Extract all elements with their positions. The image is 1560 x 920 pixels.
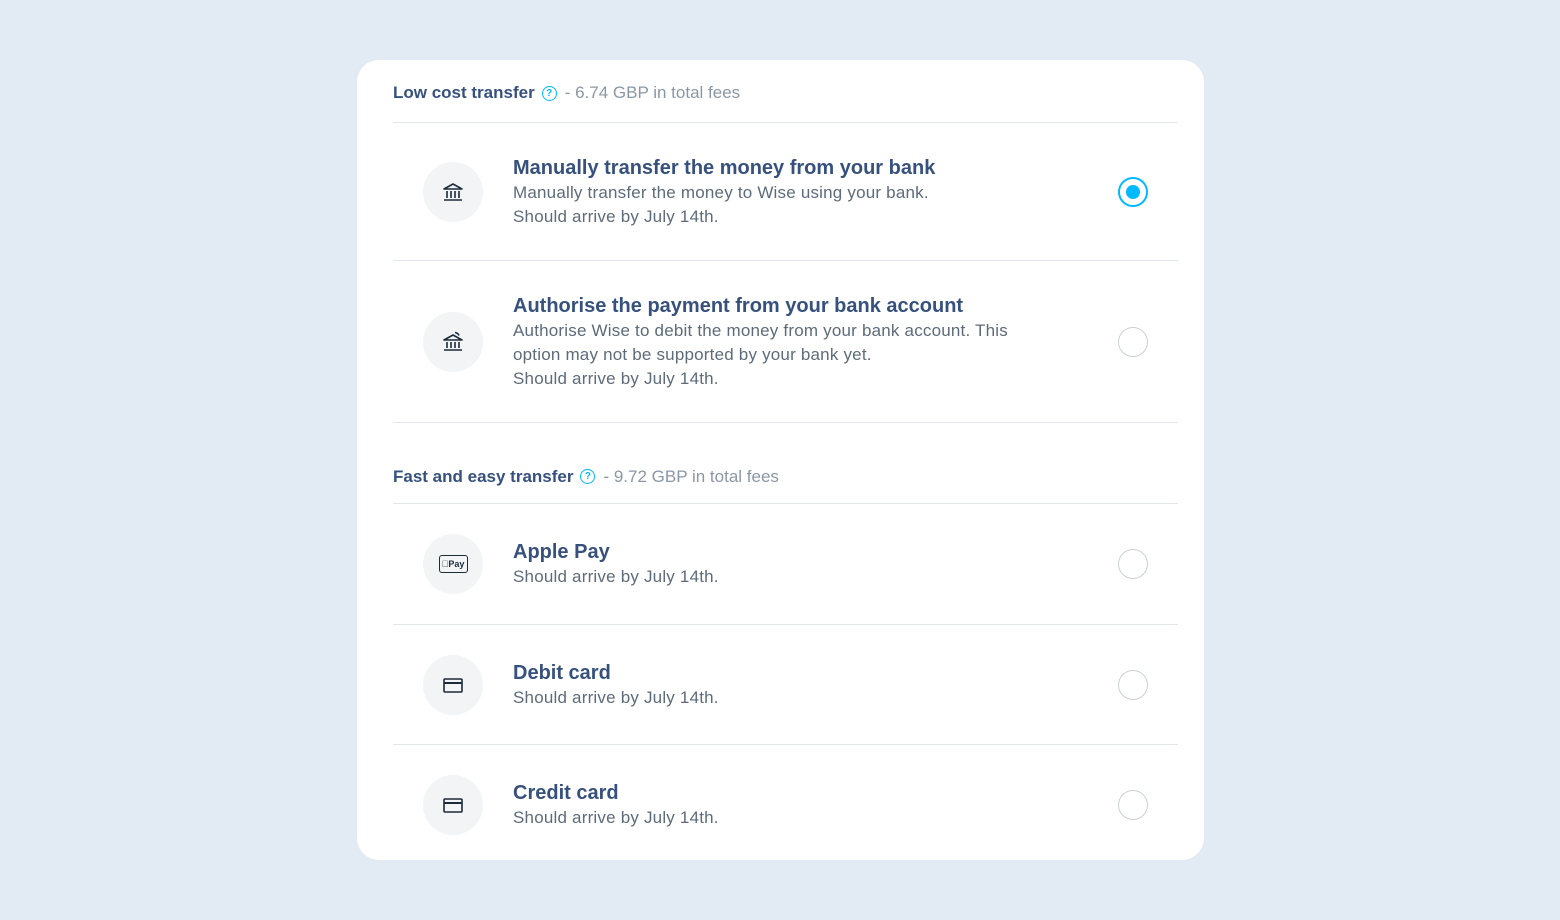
option-title: Credit card xyxy=(513,782,619,804)
radio-unselected[interactable] xyxy=(1118,669,1148,700)
radio-unselected[interactable] xyxy=(1118,790,1148,820)
option-authorise-bank-payment[interactable]: Authorise the payment from your bank acc… xyxy=(393,261,1178,423)
section-fee: - 6.74 GBP in total fees xyxy=(564,83,741,102)
option-title: Authorise the payment from your bank acc… xyxy=(513,294,964,317)
option-credit-card[interactable]: Credit card Should arrive by July 14th. xyxy=(393,745,1178,860)
apple-pay-icon: Pay xyxy=(423,534,483,594)
option-description: option may not be supported by your bank… xyxy=(513,344,872,364)
option-apple-pay[interactable]: Pay Apple Pay Should arrive by July 14t… xyxy=(393,504,1178,625)
card-icon xyxy=(423,654,483,715)
section-title: Low cost transfer xyxy=(393,83,535,102)
section-header-low-cost: Low cost transfer ? - 6.74 GBP in total … xyxy=(393,60,1178,123)
option-arrival: Should arrive by July 14th. xyxy=(513,687,719,707)
radio-unselected[interactable] xyxy=(1118,549,1148,579)
section-fee: - 9.72 GBP in total fees xyxy=(603,467,779,486)
apple-pay-mark: Pay xyxy=(438,555,468,573)
option-arrival: Should arrive by July 14th. xyxy=(513,567,719,586)
option-manual-bank-transfer[interactable]: Manually transfer the money from your ba… xyxy=(393,123,1178,261)
section-header-fast-easy: Fast and easy transfer ? - 9.72 GBP in t… xyxy=(393,467,1178,504)
option-arrival: Should arrive by July 14th. xyxy=(513,368,719,388)
card-icon xyxy=(423,775,483,835)
section-title: Fast and easy transfer xyxy=(393,467,574,486)
option-description: Manually transfer the money to Wise usin… xyxy=(513,182,929,202)
bank-icon xyxy=(423,161,483,222)
radio-selected[interactable] xyxy=(1118,176,1148,207)
option-title: Manually transfer the money from your ba… xyxy=(513,156,936,179)
option-title: Debit card xyxy=(513,661,611,684)
bank-authorise-icon xyxy=(423,311,483,372)
help-icon[interactable]: ? xyxy=(541,85,557,101)
radio-unselected[interactable] xyxy=(1118,326,1148,357)
option-arrival: Should arrive by July 14th. xyxy=(513,808,719,827)
option-title: Apple Pay xyxy=(513,541,610,563)
payment-method-card: Low cost transfer ? - 6.74 GBP in total … xyxy=(357,60,1204,860)
option-arrival: Should arrive by July 14th. xyxy=(513,206,719,226)
help-icon[interactable]: ? xyxy=(580,469,596,484)
option-debit-card[interactable]: Debit card Should arrive by July 14th. xyxy=(393,625,1178,745)
option-description: Authorise Wise to debit the money from y… xyxy=(513,320,1008,340)
